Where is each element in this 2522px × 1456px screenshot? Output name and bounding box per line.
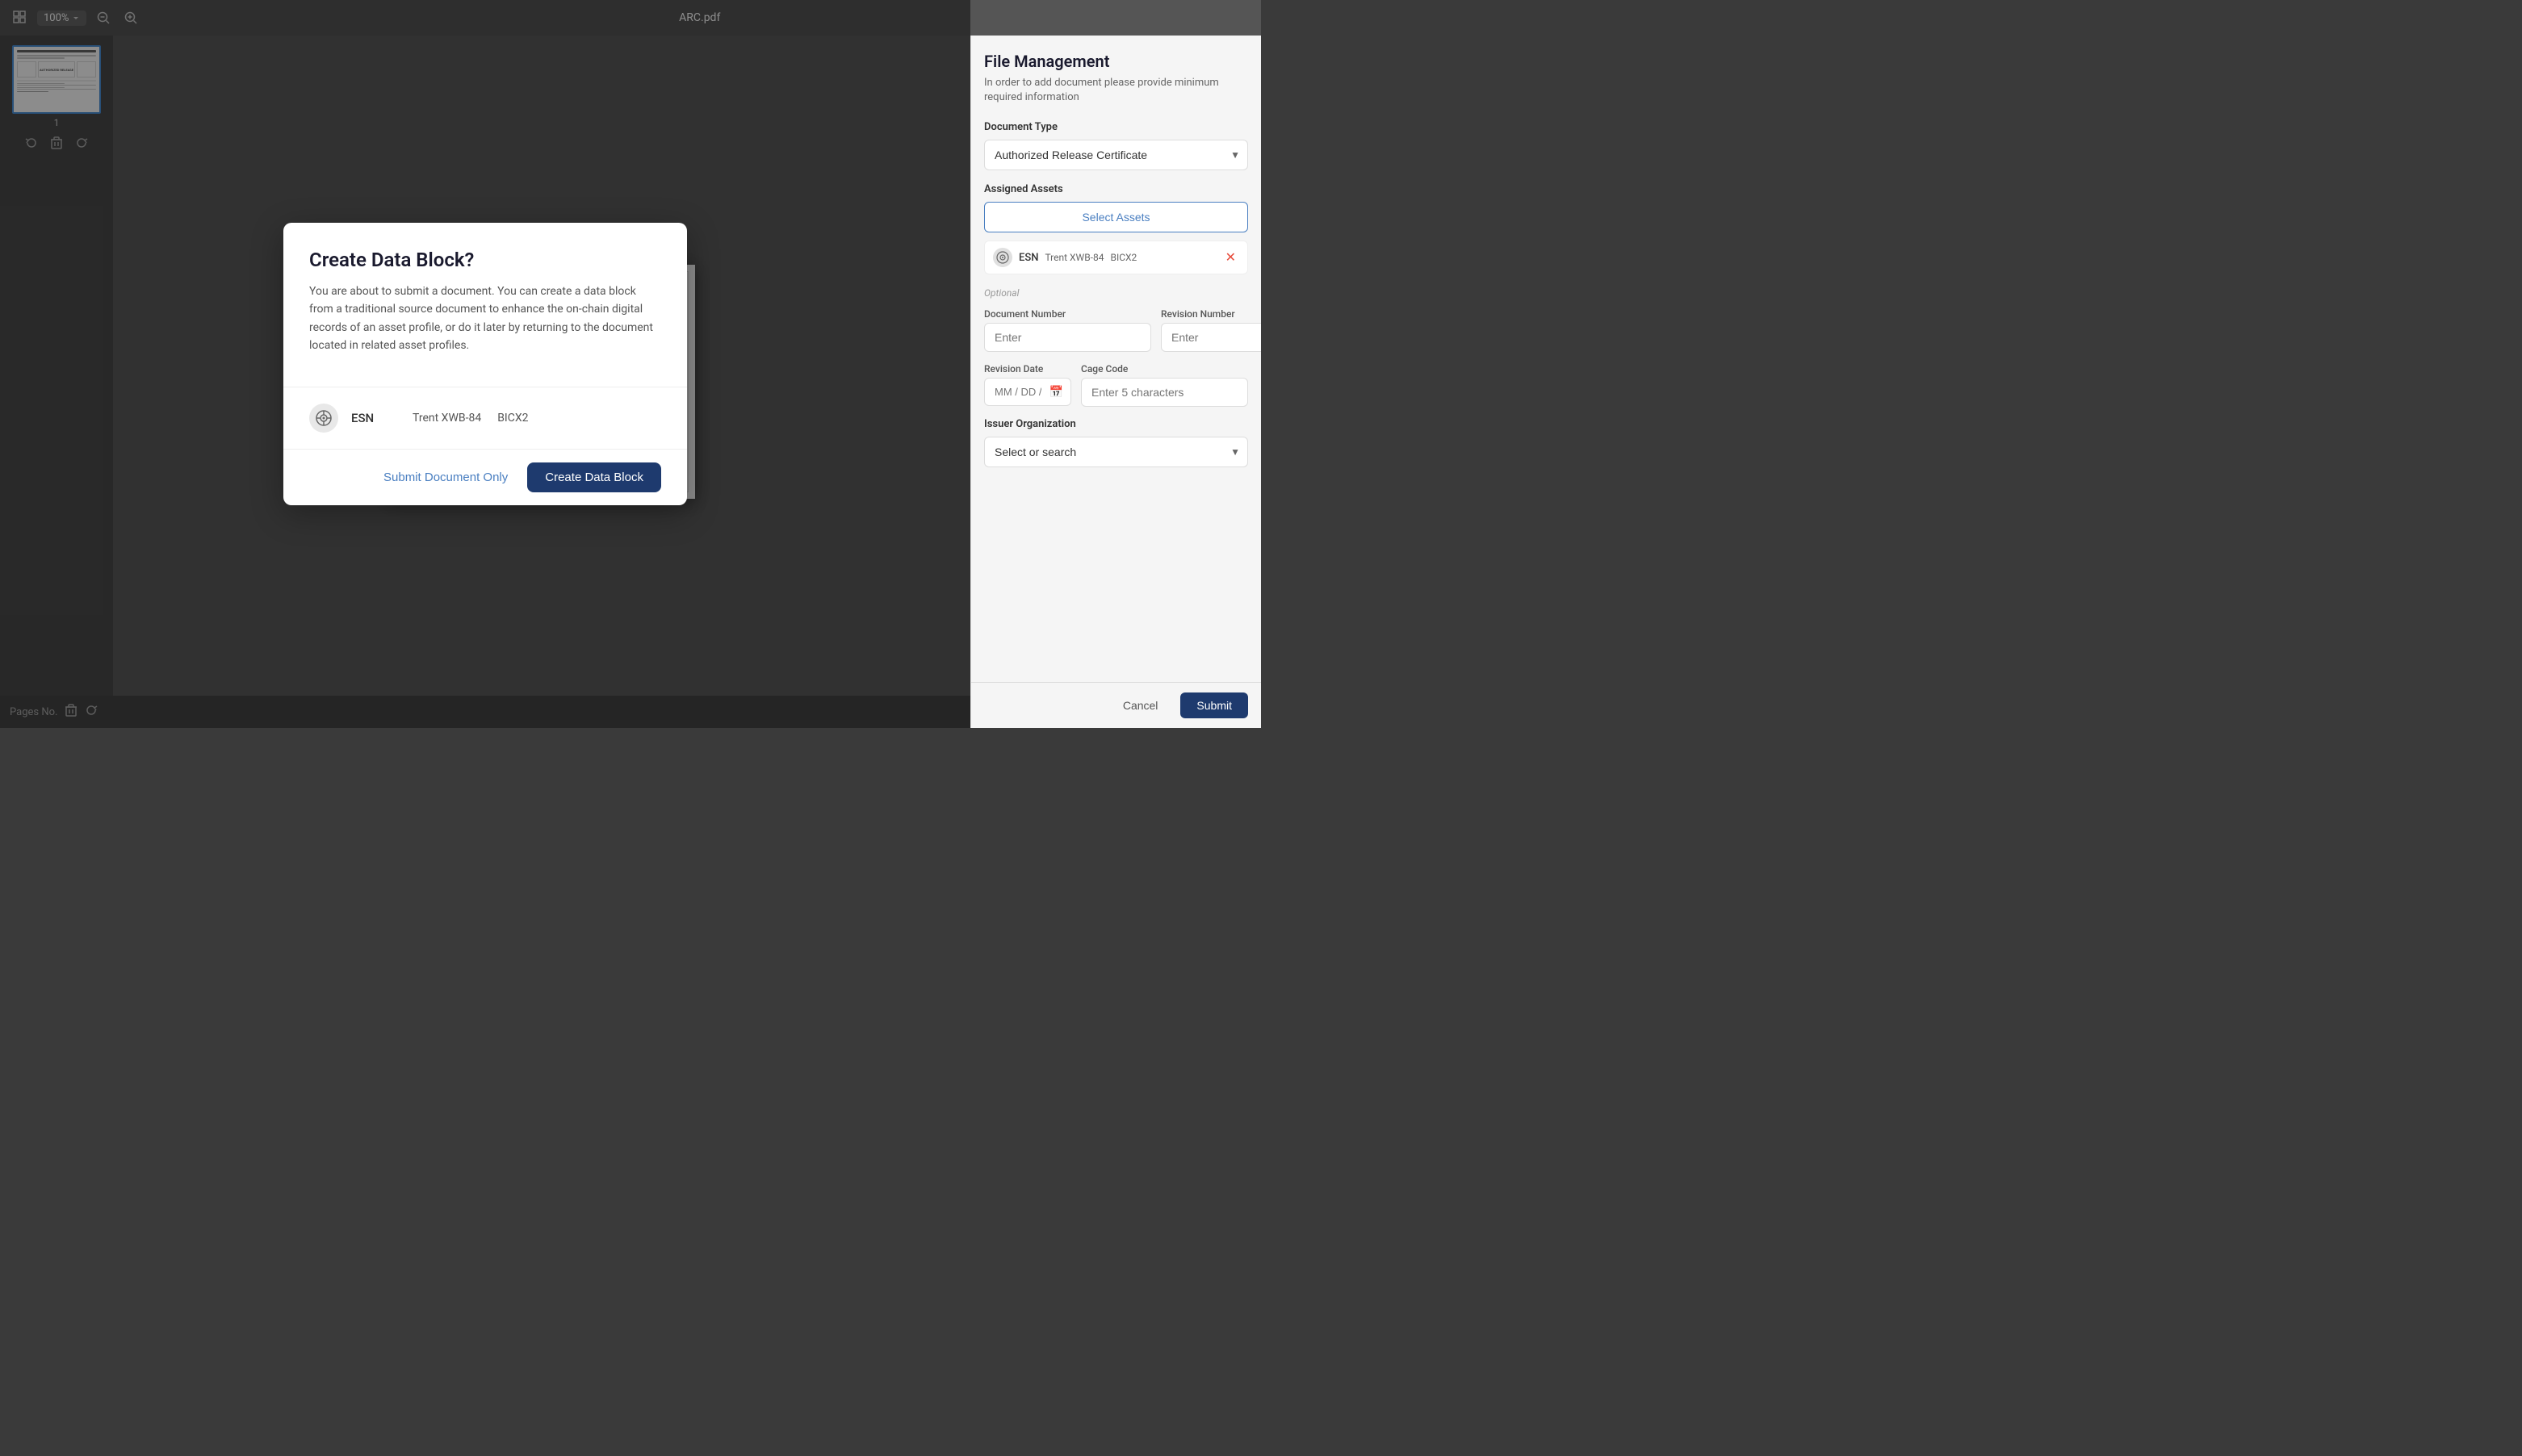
cage-code-input[interactable] (1081, 378, 1248, 407)
revision-date-label: Revision Date (984, 363, 1071, 374)
document-type-dropdown-wrapper: Authorized Release Certificate ▼ (984, 140, 1248, 170)
revision-date-input[interactable] (984, 378, 1071, 406)
asset-icon (993, 248, 1012, 267)
doc-rev-number-row: Document Number Revision Number (984, 308, 1248, 352)
panel-subtitle: In order to add document please provide … (984, 76, 1248, 105)
submit-button[interactable]: Submit (1180, 692, 1248, 718)
asset-type: ESN (1019, 252, 1038, 264)
document-type-label: Document Type (984, 121, 1248, 133)
asset-engine: Trent XWB-84 (1045, 252, 1104, 263)
modal-footer: Submit Document Only Create Data Block (283, 450, 687, 505)
date-cage-row: Revision Date 📅 Cage Code (984, 363, 1248, 407)
modal-asset-icon (309, 404, 338, 433)
document-number-input[interactable] (984, 323, 1151, 352)
optional-label: Optional (984, 287, 1248, 299)
asset-serial: BICX2 (1110, 252, 1137, 263)
assigned-assets-label: Assigned Assets (984, 183, 1248, 195)
asset-tag: ESN Trent XWB-84 BICX2 ✕ (984, 241, 1248, 274)
issuer-org-label: Issuer Organization (984, 418, 1248, 430)
issuer-org-select[interactable]: Select or search (984, 437, 1248, 467)
cage-code-label: Cage Code (1081, 363, 1248, 374)
modal-asset-engine: Trent XWB-84 (413, 412, 481, 425)
modal-asset-type: ESN (351, 411, 400, 425)
document-type-select[interactable]: Authorized Release Certificate (984, 140, 1248, 170)
create-data-block-button[interactable]: Create Data Block (527, 462, 661, 492)
cancel-button[interactable]: Cancel (1110, 692, 1171, 718)
select-assets-button[interactable]: Select Assets (984, 202, 1248, 232)
asset-remove-button[interactable]: ✕ (1222, 248, 1239, 267)
panel-title: File Management (984, 52, 1248, 71)
submit-document-only-button[interactable]: Submit Document Only (380, 464, 511, 491)
revision-number-label: Revision Number (1161, 308, 1261, 320)
assigned-assets-section: Assigned Assets Select Assets ESN Trent … (984, 183, 1248, 274)
modal-description: You are about to submit a document. You … (309, 282, 661, 355)
modal-asset-serial: BICX2 (497, 412, 528, 425)
create-data-block-modal: Create Data Block? You are about to subm… (283, 223, 687, 506)
right-panel: File Management In order to add document… (970, 36, 1261, 728)
modal-asset-row: ESN Trent XWB-84 BICX2 (283, 387, 687, 450)
modal-title: Create Data Block? (309, 249, 661, 271)
modal-overlay: Create Data Block? You are about to subm… (0, 0, 970, 728)
panel-footer: Cancel Submit (971, 682, 1261, 728)
revision-number-input[interactable] (1161, 323, 1261, 352)
issuer-org-dropdown-wrapper: Select or search ▼ (984, 437, 1248, 467)
document-number-label: Document Number (984, 308, 1151, 320)
